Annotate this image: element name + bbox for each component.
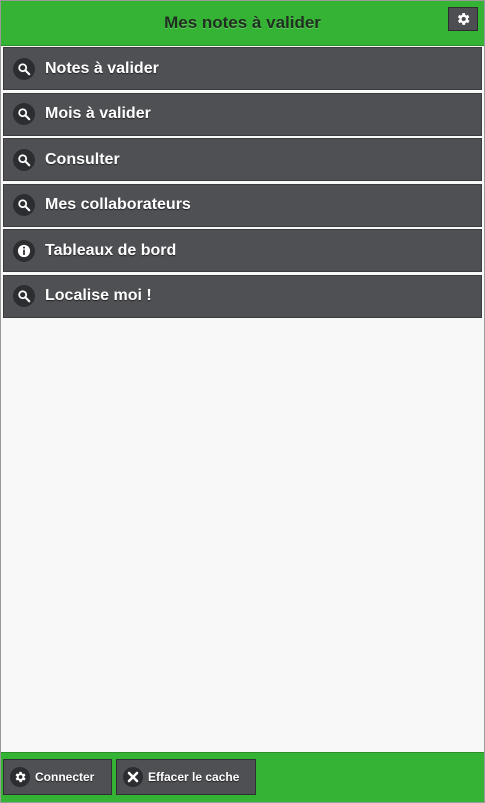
clear-cache-button-label: Effacer le cache: [148, 770, 240, 784]
search-icon: [13, 285, 35, 307]
menu-item-label: Localise moi !: [45, 287, 152, 304]
gear-icon: [10, 767, 30, 787]
main-menu: Notes à valider Mois à valider Consulter…: [3, 47, 482, 320]
menu-item-localise-moi[interactable]: Localise moi !: [3, 274, 482, 318]
clear-cache-button[interactable]: Effacer le cache: [116, 759, 256, 795]
search-icon: [13, 194, 35, 216]
menu-item-label: Notes à valider: [45, 59, 159, 77]
footer-bar: Connecter Effacer le cache: [1, 752, 484, 802]
info-icon: [13, 239, 35, 262]
menu-item-mois-a-valider[interactable]: Mois à valider: [3, 92, 482, 136]
menu-item-label: Tableaux de bord: [45, 241, 177, 259]
search-icon: [13, 57, 35, 80]
menu-item-mes-collaborateurs[interactable]: Mes collaborateurs: [3, 183, 482, 227]
search-icon: [13, 103, 35, 125]
menu-item-label: Mes collaborateurs: [45, 196, 191, 213]
menu-item-notes-a-valider[interactable]: Notes à valider: [3, 47, 482, 90]
app-window: Mes notes à valider Notes à valider Mois…: [0, 0, 485, 803]
gear-icon: [457, 13, 470, 25]
menu-item-consulter[interactable]: Consulter: [3, 138, 482, 181]
connect-button-label: Connecter: [35, 770, 95, 784]
header-bar: Mes notes à valider: [1, 1, 484, 46]
search-icon: [13, 148, 35, 171]
connect-button[interactable]: Connecter: [3, 759, 112, 795]
close-icon: [123, 767, 143, 787]
page-title: Mes notes à valider: [164, 13, 321, 32]
settings-button[interactable]: [448, 7, 478, 31]
menu-item-label: Mois à valider: [45, 105, 151, 122]
menu-item-tableaux-de-bord[interactable]: Tableaux de bord: [3, 229, 482, 272]
menu-item-label: Consulter: [45, 150, 120, 168]
